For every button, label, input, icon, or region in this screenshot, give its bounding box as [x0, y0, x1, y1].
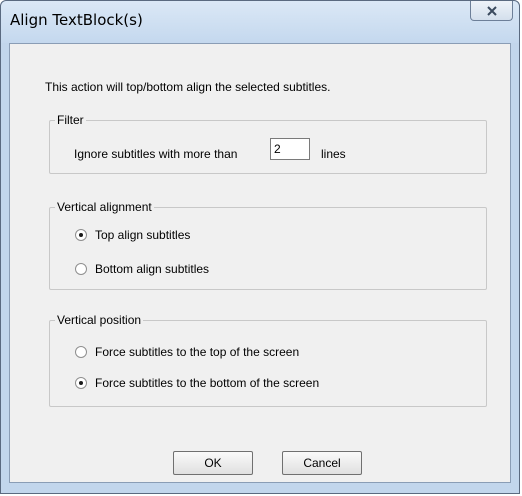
radio-force-top[interactable]: Force subtitles to the top of the screen — [75, 345, 299, 359]
radio-force-bottom-label: Force subtitles to the bottom of the scr… — [95, 376, 320, 390]
close-icon — [486, 5, 497, 16]
cancel-button[interactable]: Cancel — [282, 451, 362, 475]
title-bar[interactable]: Align TextBlock(s) — [1, 1, 519, 43]
intro-text: This action will top/bottom align the se… — [45, 80, 331, 94]
close-button[interactable] — [470, 1, 513, 21]
window-title: Align TextBlock(s) — [10, 11, 143, 29]
vertical-position-group: Vertical position — [49, 313, 487, 407]
radio-top-align[interactable]: Top align subtitles — [75, 228, 190, 242]
radio-bottom-align-label: Bottom align subtitles — [95, 262, 210, 276]
radio-top-align-label: Top align subtitles — [95, 228, 191, 242]
radio-force-top-label: Force subtitles to the top of the screen — [95, 345, 300, 359]
max-lines-input[interactable] — [270, 138, 310, 160]
ok-button[interactable]: OK — [173, 451, 253, 475]
radio-bottom-align[interactable]: Bottom align subtitles — [75, 262, 209, 276]
radio-force-top-button[interactable] — [75, 346, 87, 358]
filter-legend: Filter — [55, 113, 86, 127]
radio-top-align-button[interactable] — [75, 229, 87, 241]
filter-label-after: lines — [321, 147, 346, 161]
radio-force-bottom[interactable]: Force subtitles to the bottom of the scr… — [75, 376, 319, 390]
filter-label-before: Ignore subtitles with more than — [74, 147, 238, 161]
radio-bottom-align-button[interactable] — [75, 263, 87, 275]
vertical-alignment-group: Vertical alignment — [49, 200, 487, 290]
vertical-alignment-legend: Vertical alignment — [55, 200, 154, 214]
vertical-position-legend: Vertical position — [55, 313, 144, 327]
radio-force-bottom-button[interactable] — [75, 377, 87, 389]
